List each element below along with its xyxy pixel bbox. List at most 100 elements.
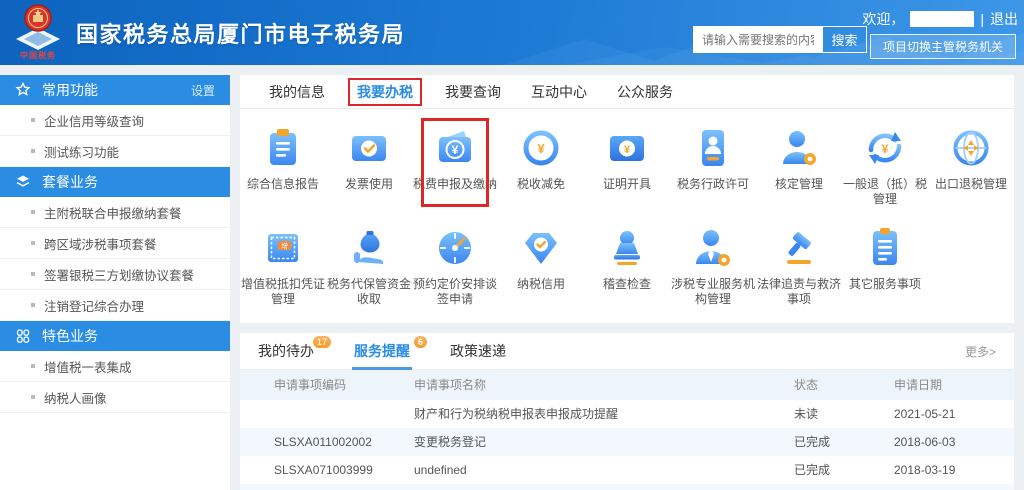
sidebar-item-vat-one-form[interactable]: 增值税一表集成: [0, 351, 230, 382]
sidebar: 常用功能 设置 企业信用等级查询 测试练习功能 套餐业务 主附税联合申报缴纳套餐…: [0, 75, 230, 490]
certificate-yen-icon: ¥: [605, 126, 649, 170]
id-permit-icon: [691, 126, 735, 170]
redacted-username: [910, 11, 974, 27]
tax-bureau-logo: 中国税务: [10, 4, 66, 61]
svg-text:增: 增: [281, 242, 288, 251]
cell-name: 存款账户账号报告: [414, 484, 794, 490]
welcome-label: 欢迎，: [862, 9, 904, 29]
sidebar-item-credit-rating-query[interactable]: 企业信用等级查询: [0, 105, 230, 136]
cell-status: 未读: [794, 400, 894, 428]
table-row[interactable]: SLSXA011029001 存款账户账号报告 已完成 2018-03-19: [240, 484, 1014, 490]
wallet-yen-icon: ¥: [433, 126, 477, 170]
sidebar-item-taxpayer-profile[interactable]: 纳税人画像: [0, 382, 230, 413]
service-vat-deduction-voucher[interactable]: 增 增值税抵扣凭证管理: [240, 217, 326, 307]
column-header-code: 申请事项编码: [274, 370, 414, 400]
service-label: 出口退税管理: [928, 177, 1014, 192]
tab-my-info[interactable]: 我的信息: [254, 75, 340, 109]
service-custodial-funds-collection[interactable]: 税务代保管资金收取: [326, 217, 412, 307]
agency-person-gear-icon: [691, 226, 735, 270]
service-administrative-license[interactable]: 税务行政许可: [670, 117, 756, 207]
globe-export-icon: [949, 126, 993, 170]
sidebar-section-common-functions[interactable]: 常用功能 设置: [0, 75, 230, 105]
sidebar-item-label: 主附税联合申报缴纳套餐: [44, 203, 182, 222]
tab-label: 服务提醒: [354, 343, 410, 359]
service-tax-agency-management[interactable]: 涉税专业服务机构管理: [670, 217, 756, 307]
search-button[interactable]: 搜索: [822, 27, 866, 52]
cell-code: [274, 400, 414, 428]
page-title: 国家税务总局厦门市电子税务局: [76, 17, 405, 49]
settings-link[interactable]: 设置: [191, 82, 215, 99]
sidebar-item-cross-region-package[interactable]: 跨区域涉税事项套餐: [0, 228, 230, 259]
services-grid-row1: 综合信息报告 发票使用 ¥: [240, 109, 1014, 217]
gavel-icon: [777, 226, 821, 270]
tab-service-reminders[interactable]: 服务提醒 6: [354, 333, 410, 370]
table-row[interactable]: SLSXA071003999 undefined 已完成 2018-03-19: [240, 456, 1014, 484]
cell-date: 2021-05-21: [894, 400, 1014, 428]
service-label: 核定管理: [756, 177, 842, 192]
service-label: 增值税抵扣凭证管理: [240, 277, 326, 307]
service-comprehensive-info-report[interactable]: 综合信息报告: [240, 117, 326, 207]
table-row[interactable]: 财产和行为税纳税申报表申报成功提醒 未读 2021-05-21: [240, 400, 1014, 428]
tab-label: 政策速递: [450, 343, 506, 359]
service-certificate-issuance[interactable]: ¥ 证明开具: [584, 117, 670, 207]
tab-interaction-center[interactable]: 互动中心: [516, 75, 602, 109]
cell-name: undefined: [414, 456, 794, 484]
services-panel: 我的信息 我要办税 我要查询 互动中心 公众服务 综合信息报告: [240, 75, 1014, 323]
table-row[interactable]: SLSXA011002002 变更税务登记 已完成 2018-06-03: [240, 428, 1014, 456]
search-input[interactable]: [694, 27, 822, 52]
credit-gem-check-icon: [519, 226, 563, 270]
tab-tax-handling[interactable]: 我要办税: [348, 78, 422, 106]
service-verification-management[interactable]: 核定管理: [756, 117, 842, 207]
service-export-refund-management[interactable]: 出口退税管理: [928, 117, 1014, 207]
service-label: 税务行政许可: [670, 177, 756, 192]
cell-date: 2018-03-19: [894, 456, 1014, 484]
more-link[interactable]: 更多>: [965, 343, 996, 360]
cell-date: 2018-06-03: [894, 428, 1014, 456]
logout-link[interactable]: 退出: [990, 9, 1018, 29]
sidebar-item-tripartite-agreement-package[interactable]: 签署银税三方划缴协议套餐: [0, 259, 230, 290]
service-label: 税务代保管资金收取: [326, 277, 412, 307]
service-advance-pricing-application[interactable]: 预约定价安排谈签申请: [412, 217, 498, 307]
switch-tax-authority-button[interactable]: 项目切换主管税务机关: [870, 34, 1016, 59]
service-label: 税收减免: [498, 177, 584, 192]
sidebar-section-package-business[interactable]: 套餐业务: [0, 167, 230, 197]
main-area: 我的信息 我要办税 我要查询 互动中心 公众服务 综合信息报告: [240, 75, 1014, 490]
header: 中国税务 国家税务总局厦门市电子税务局 搜索 欢迎， | 退出 项目切换主管税务…: [0, 0, 1024, 65]
divider: |: [980, 11, 984, 27]
service-general-refund-management[interactable]: ¥ 一般退（抵）税管理: [842, 117, 928, 207]
service-other-services[interactable]: 其它服务事项: [842, 217, 928, 307]
tab-my-todo[interactable]: 我的待办 17: [258, 333, 314, 370]
service-audit-inspection[interactable]: 稽查检查: [584, 217, 670, 307]
tab-my-query[interactable]: 我要查询: [430, 75, 516, 109]
service-tax-credit[interactable]: 纳税信用: [498, 217, 584, 307]
sidebar-section-special-business[interactable]: 特色业务: [0, 321, 230, 351]
sidebar-item-joint-declaration-package[interactable]: 主附税联合申报缴纳套餐: [0, 197, 230, 228]
section-title: 特色业务: [42, 326, 98, 346]
user-area: 欢迎， | 退出: [862, 9, 1018, 29]
bullet-icon: [31, 364, 35, 368]
header-search: 搜索: [693, 26, 867, 53]
sidebar-item-label: 纳税人画像: [44, 388, 107, 407]
column-header-name: 申请事项名称: [414, 370, 794, 400]
section-title: 套餐业务: [42, 172, 98, 192]
reminder-count-badge: 6: [414, 336, 427, 348]
cell-status: 已完成: [794, 484, 894, 490]
tab-public-services[interactable]: 公众服务: [602, 75, 688, 109]
svg-text:¥: ¥: [882, 142, 889, 156]
cell-status: 已完成: [794, 456, 894, 484]
coin-yen-icon: ¥: [519, 126, 563, 170]
service-tax-declaration-payment[interactable]: ¥ 税费申报及缴纳: [412, 117, 498, 207]
national-emblem-icon: [13, 4, 63, 52]
service-tax-reduction[interactable]: ¥ 税收减免: [498, 117, 584, 207]
todo-count-badge: 17: [313, 336, 331, 348]
cell-code: SLSXA071003999: [274, 456, 414, 484]
bullet-icon: [31, 210, 35, 214]
service-invoice-use[interactable]: 发票使用: [326, 117, 412, 207]
sidebar-item-test-practice[interactable]: 测试练习功能: [0, 136, 230, 167]
service-label: 其它服务事项: [842, 277, 928, 292]
tab-policy-express[interactable]: 政策速递: [450, 333, 506, 370]
cell-code: SLSXA011029001: [274, 484, 414, 490]
cell-code: SLSXA011002002: [274, 428, 414, 456]
sidebar-item-deregistration-handling[interactable]: 注销登记综合办理: [0, 290, 230, 321]
service-legal-accountability-relief[interactable]: 法律追责与救济事项: [756, 217, 842, 307]
